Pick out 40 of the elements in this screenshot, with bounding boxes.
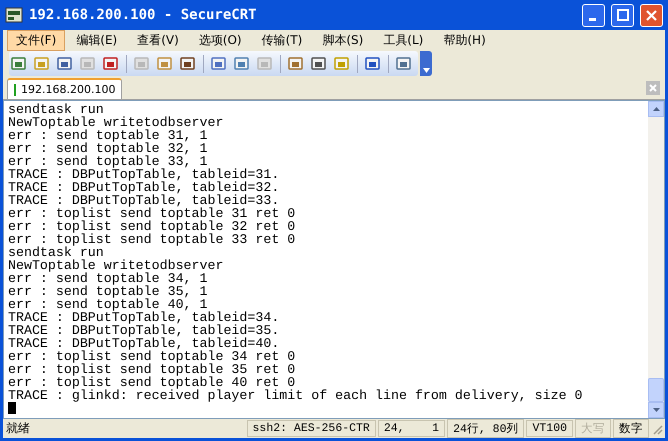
status-pane: 24, 1: [378, 420, 446, 437]
terminal-line: NewToptable writetodbserver: [8, 259, 224, 272]
status-pane: 数字: [613, 419, 649, 438]
terminal-line: err : send toptable 35, 1: [8, 285, 208, 298]
terminal-line: TRACE : DBPutTopTable, tableid=35.: [8, 324, 280, 337]
terminal-line: TRACE : DBPutTopTable, tableid=32.: [8, 181, 280, 194]
menu-item[interactable]: 传输(T): [252, 30, 312, 50]
terminal-line: sendtask run: [8, 246, 104, 259]
terminal-line: err : send toptable 32, 1: [8, 142, 208, 155]
menu-item[interactable]: 选项(O): [190, 30, 251, 50]
terminal-line: err : toplist send toptable 34 ret 0: [8, 350, 296, 363]
menu-item[interactable]: 文件(F): [7, 30, 66, 50]
menu-item[interactable]: 帮助(H): [434, 30, 495, 50]
terminal-line: TRACE : DBPutTopTable, tableid=34.: [8, 311, 280, 324]
terminal-line: err : send toptable 31, 1: [8, 129, 208, 142]
terminal-line: err : toplist send toptable 35 ret 0: [8, 363, 296, 376]
menu-item[interactable]: 查看(V): [128, 30, 188, 50]
terminal-line: sendtask run: [8, 103, 104, 116]
menu-item[interactable]: 工具(L): [374, 30, 432, 50]
status-pane: 大写: [575, 419, 611, 438]
terminal-line: err : toplist send toptable 40 ret 0: [8, 376, 296, 389]
terminal-line: err : send toptable 33, 1: [8, 155, 208, 168]
terminal-line: err : toplist send toptable 33 ret 0: [8, 233, 296, 246]
terminal-line: err : toplist send toptable 31 ret 0: [8, 207, 296, 220]
terminal-line: err : send toptable 40, 1: [8, 298, 208, 311]
status-pane: ssh2: AES-256-CTR: [246, 420, 376, 437]
terminal-line: NewToptable writetodbserver: [8, 116, 224, 129]
session-tab[interactable]: 192.168.200.100: [7, 78, 122, 99]
terminal-line: TRACE : DBPutTopTable, tableid=31.: [8, 168, 280, 181]
terminal-line: err : toplist send toptable 32 ret 0: [8, 220, 296, 233]
terminal-line: TRACE : DBPutTopTable, tableid=33.: [8, 194, 280, 207]
status-pane: 24行, 80列: [447, 419, 524, 438]
terminal-line: err : send toptable 34, 1: [8, 272, 208, 285]
status-message: 就绪: [5, 420, 31, 437]
menu-item[interactable]: 编辑(E): [67, 30, 126, 50]
terminal-line: TRACE : DBPutTopTable, tableid=40.: [8, 337, 280, 350]
window-title: 192.168.200.100 - SecureCRT: [29, 7, 258, 23]
status-pane: VT100: [526, 420, 573, 437]
terminal-line: TRACE : glinkd: received player limit of each line from delivery, size 0: [8, 389, 584, 402]
menu-item[interactable]: 脚本(S): [313, 30, 372, 50]
